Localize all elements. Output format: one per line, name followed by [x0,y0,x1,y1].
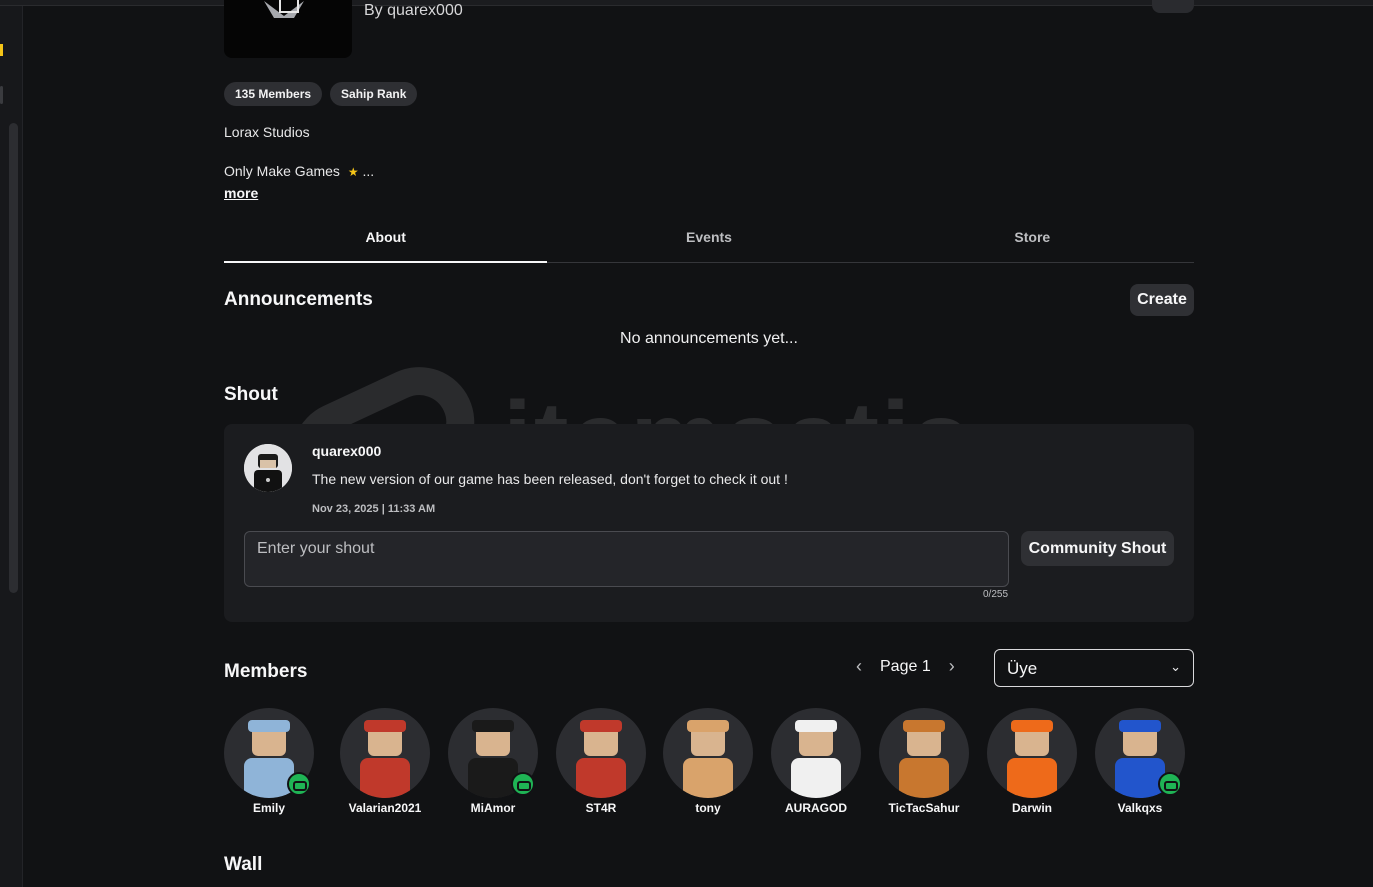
chevron-left-icon[interactable]: ‹ [856,656,862,677]
announcements-title: Announcements [224,289,373,310]
member-item[interactable]: Valarian2021 [340,708,430,815]
shout-date: Nov 23, 2025 | 11:33 AM [312,503,436,515]
member-item[interactable]: Valkqxs [1095,708,1185,815]
chevron-right-icon[interactable]: › [949,656,955,677]
member-name[interactable]: MiAmor [448,801,538,815]
chevron-down-icon: ⌄ [1170,659,1181,674]
shout-message: The new version of our game has been rel… [312,471,788,487]
member-avatar[interactable] [340,708,430,798]
avatar-figure-icon [1007,720,1057,798]
role-select-value: Üye [1007,659,1038,678]
community-shout-button[interactable]: Community Shout [1021,531,1174,566]
member-avatar[interactable] [771,708,861,798]
shout-input[interactable]: Enter your shout [244,531,1009,587]
sidebar-scrollbar[interactable] [9,123,18,593]
description-text: Only Make Games [224,163,340,179]
avatar-figure-icon [576,720,626,798]
member-item[interactable]: AURAGOD [771,708,861,815]
sidebar-active-indicator [0,44,3,56]
member-avatar[interactable] [663,708,753,798]
group-chips: 135 Members Sahip Rank [224,82,418,106]
group-icon [224,0,352,58]
member-name[interactable]: Emily [224,801,314,815]
member-item[interactable]: MiAmor [448,708,538,815]
member-avatar[interactable] [879,708,969,798]
member-item[interactable]: TicTacSahur [879,708,969,815]
member-avatar[interactable] [556,708,646,798]
gamepad-icon [287,772,311,796]
member-item[interactable]: tony [663,708,753,815]
gamepad-icon [1158,772,1182,796]
avatar-figure-icon [791,720,841,798]
shout-char-counter: 0/255 [983,589,1009,600]
tab-store[interactable]: Store [871,218,1194,262]
members-title: Members [224,661,308,682]
member-item[interactable]: Darwin [987,708,1077,815]
member-name[interactable]: TicTacSahur [879,801,969,815]
member-name[interactable]: tony [663,801,753,815]
role-select[interactable]: Üye ⌄ [994,649,1194,687]
avatar-figure-icon [244,444,292,492]
create-button[interactable]: Create [1130,284,1194,316]
member-name[interactable]: Valkqxs [1095,801,1185,815]
group-logo-icon [264,0,304,18]
group-menu-button[interactable] [1152,0,1194,13]
tab-events[interactable]: Events [547,218,870,262]
wall-title: Wall [224,854,263,875]
avatar-figure-icon [360,720,410,798]
group-owner[interactable]: By quarex000 [364,2,463,20]
avatar-figure-icon [683,720,733,798]
tab-about[interactable]: About [224,218,548,263]
member-avatar[interactable] [987,708,1077,798]
group-description-line2: Only Make Games ★ ... [224,163,374,179]
sidebar-handle[interactable] [0,86,3,104]
left-sidebar [0,6,23,887]
announcements-empty-message: No announcements yet... [620,330,798,347]
rank-chip: Sahip Rank [330,82,418,106]
more-link[interactable]: more [224,185,258,201]
member-name[interactable]: Darwin [987,801,1077,815]
group-description-line1: Lorax Studios [224,124,310,140]
member-name[interactable]: ST4R [556,801,646,815]
member-item[interactable]: Emily [224,708,314,815]
member-count-chip: 135 Members [224,82,323,106]
star-icon: ★ [347,165,359,179]
member-name[interactable]: AURAGOD [771,801,861,815]
shout-avatar[interactable] [244,444,292,492]
shout-username[interactable]: quarex000 [312,443,381,459]
gamepad-icon [511,772,535,796]
member-name[interactable]: Valarian2021 [340,801,430,815]
members-pager: ‹ Page 1 › [856,656,955,677]
avatar-figure-icon [899,720,949,798]
shout-card: quarex000 The new version of our game ha… [224,424,1194,622]
member-item[interactable]: ST4R [556,708,646,815]
shout-title: Shout [224,384,278,405]
page-label: Page 1 [880,657,931,675]
group-tabs: About Events Store [224,218,1194,263]
description-ellipsis: ... [362,163,375,179]
